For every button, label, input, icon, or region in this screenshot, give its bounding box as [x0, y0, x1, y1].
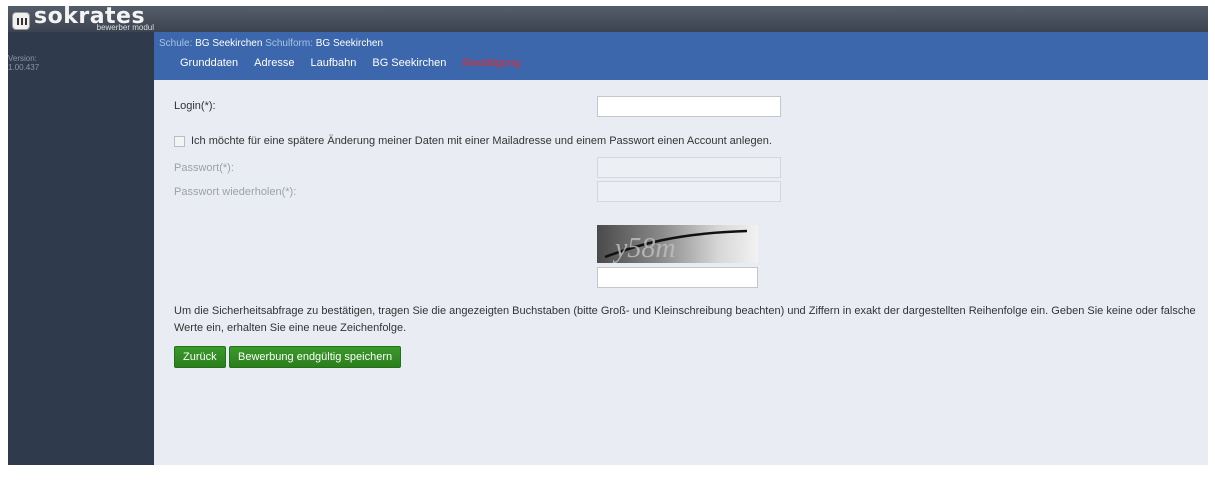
captcha-notice: Um die Sicherheitsabfrage zu bestätigen,…: [174, 305, 1196, 334]
sokrates-logo: sokrates bewerber modul: [12, 4, 154, 32]
logo-subtitle: bewerber modul: [96, 23, 154, 32]
version-info: Version: 1.00.437: [8, 54, 39, 72]
captcha-text: y58m: [612, 233, 676, 263]
login-label: Login(*):: [174, 100, 216, 112]
tab-bar: Grunddaten Adresse Laufbahn BG Seekirche…: [180, 57, 536, 69]
password-repeat-label: Passwort wiederholen(*):: [174, 186, 297, 198]
tab-grunddaten[interactable]: Grunddaten: [180, 57, 238, 69]
account-checkbox-label: Ich möchte für eine spätere Änderung mei…: [191, 135, 772, 147]
version-label: Version:: [8, 54, 37, 63]
main-content: Login(*): Ich möchte für eine spätere Än…: [154, 80, 1208, 465]
tab-laufbahn[interactable]: Laufbahn: [310, 57, 356, 69]
password-input[interactable]: [597, 157, 781, 178]
school-info: Schule: BG Seekirchen Schulform: BG Seek…: [159, 38, 383, 49]
sokrates-logo-icon: [12, 12, 30, 30]
schulform-value: BG Seekirchen: [315, 38, 384, 49]
schule-label: Schule:: [159, 38, 193, 49]
password-label: Passwort(*):: [174, 162, 234, 174]
schulform-label: Schulform:: [265, 38, 313, 49]
login-input[interactable]: [597, 96, 781, 117]
save-application-button[interactable]: Bewerbung endgültig speichern: [229, 346, 402, 368]
sidebar: Version: 1.00.437: [8, 32, 154, 465]
schule-value: BG Seekirchen: [195, 38, 263, 49]
captcha-input[interactable]: [597, 267, 758, 288]
tab-bestaetigung[interactable]: Bestätigung: [462, 57, 520, 69]
account-checkbox-row: Ich möchte für eine spätere Änderung mei…: [174, 135, 772, 147]
app-frame: sokrates bewerber modul Version: 1.00.43…: [8, 4, 1208, 465]
school-header: Schule: BG Seekirchen Schulform: BG Seek…: [154, 32, 1208, 80]
password-repeat-input[interactable]: [597, 181, 781, 202]
tab-bg-seekirchen[interactable]: BG Seekirchen: [372, 57, 446, 69]
back-button[interactable]: Zurück: [174, 346, 226, 368]
account-checkbox[interactable]: [174, 135, 185, 147]
captcha-drawing: y58m: [604, 229, 748, 263]
top-bar: sokrates bewerber modul: [8, 4, 1208, 32]
version-number: 1.00.437: [8, 63, 40, 72]
captcha-image: y58m: [597, 225, 758, 263]
tab-adresse[interactable]: Adresse: [254, 57, 294, 69]
